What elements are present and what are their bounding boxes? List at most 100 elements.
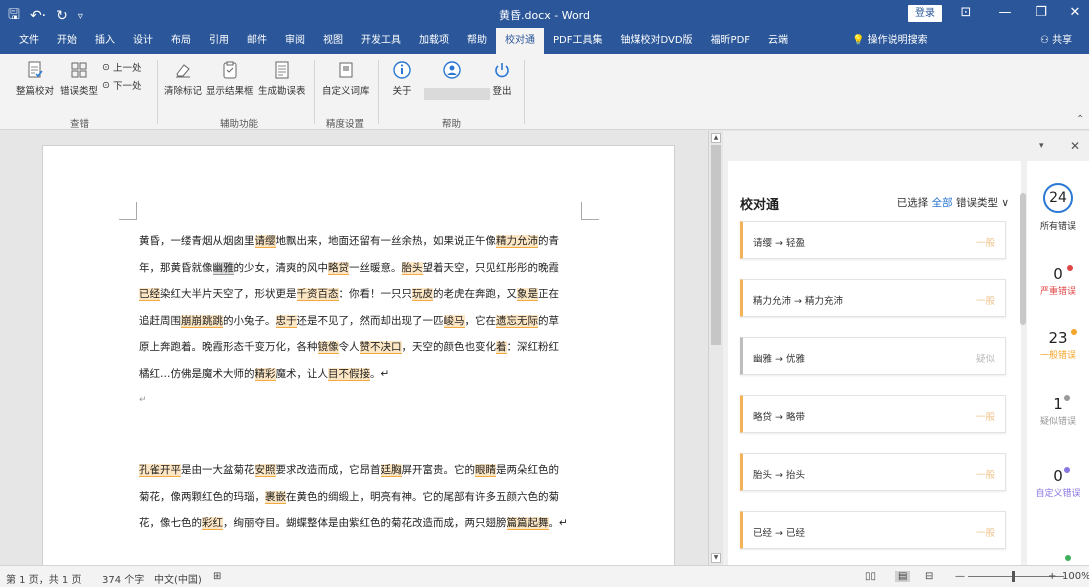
tab-5[interactable]: 引用 <box>200 28 238 54</box>
text-run[interactable]: 染红大半片天空了，形状更是 <box>160 288 297 300</box>
text-run[interactable]: 望着天空，只见红彤彤的晚霞 <box>423 262 560 274</box>
tab-9[interactable]: 开发工具 <box>352 28 410 54</box>
text-run[interactable]: 一丝暖意。 <box>349 262 402 274</box>
text-run[interactable]: 在黄色的绸缎上，明亮有神。它的尾部有许多五颜六色的菊 <box>286 491 559 503</box>
text-run[interactable]: 橘红…仿佛是魔术大师的 <box>139 368 255 380</box>
flagged-word[interactable]: 彩红 <box>202 517 223 530</box>
flagged-word[interactable]: 胎头 <box>401 261 423 275</box>
flagged-word[interactable]: 峻马 <box>443 314 465 328</box>
text-run[interactable]: ：你看！一只只 <box>339 288 413 300</box>
scroll-up-icon[interactable]: ▲ <box>711 133 721 143</box>
text-run[interactable]: 地飘出来，地面还留有一丝余热，如果说正午像 <box>276 235 497 247</box>
page-count[interactable]: 第 1 页，共 1 页 <box>6 571 81 586</box>
text-run[interactable]: 追赶周围 <box>139 315 181 327</box>
text-run[interactable]: ，它在 <box>465 315 497 327</box>
text-run[interactable]: 的少女，清爽的风中 <box>234 262 329 274</box>
zoom-slider-thumb[interactable] <box>1012 571 1015 582</box>
next-button[interactable]: ⊙ 下一处 <box>102 78 141 93</box>
text-run[interactable]: 。↵ <box>370 368 389 380</box>
flagged-word[interactable]: 孔雀开平 <box>139 464 181 477</box>
flagged-word[interactable]: 千资百态 <box>296 288 339 301</box>
text-run[interactable]: 的青 <box>538 235 559 247</box>
flagged-word[interactable]: 赞不决口 <box>359 341 402 354</box>
custom-dict-button[interactable]: 自定义词库 <box>322 60 370 97</box>
error-list-scrollbar-thumb[interactable] <box>1020 193 1026 325</box>
login-button[interactable]: 登录 <box>908 5 942 22</box>
text-run[interactable]: 还是不见了，然而却出现了一匹 <box>297 315 444 327</box>
text-run[interactable]: 原上奔跑着。晚霞形态千变万化，各种 <box>139 341 318 353</box>
language[interactable]: 中文(中国) <box>154 571 202 586</box>
tab-11[interactable]: 帮助 <box>458 28 496 54</box>
flagged-word[interactable]: 遗忘无际 <box>496 314 538 328</box>
text-run[interactable]: 花，像七色的 <box>139 517 202 529</box>
error-type-filter[interactable]: 已选择 全部 错误类型 ∨ <box>897 195 1009 210</box>
paragraph-2[interactable]: 孔雀开平是由一大盆菊花安照要求改造而成，它昂首廷胸屏开富贵。它的眼睛是两朵红色的… <box>139 457 584 537</box>
text-line[interactable]: 花，像七色的彩红，绚丽夺目。蝴蝶整体是由紫红色的菊花改造而成，两只翅膀篇篇起舞。… <box>139 510 584 537</box>
clear-marks-button[interactable]: 清除标记 <box>164 60 202 97</box>
zoom-out-icon[interactable]: — <box>955 571 965 582</box>
flagged-word[interactable]: 精力允沛 <box>496 235 538 248</box>
full-check-button[interactable]: 整篇校对 <box>16 60 54 97</box>
collapse-ribbon-icon[interactable]: ⌃ <box>1076 114 1084 125</box>
minimize-icon[interactable]: — <box>990 3 1020 23</box>
flagged-word[interactable]: 目不假接 <box>328 367 370 381</box>
tab-4[interactable]: 布局 <box>162 28 200 54</box>
prev-button[interactable]: ⊙ 上一处 <box>102 60 141 75</box>
user-button[interactable] <box>442 60 462 83</box>
close-icon[interactable]: ✕ <box>1060 3 1089 23</box>
error-card[interactable]: 已经 → 已经 一般 <box>740 511 1006 549</box>
text-run[interactable]: 要求改造而成，它昂首 <box>276 464 381 476</box>
read-mode-icon[interactable]: ▯▯ <box>865 571 876 582</box>
document-scrollbar[interactable]: ▲ ▼ <box>708 131 722 565</box>
text-line[interactable]: 已经染红大半片天空了，形状更是千资百态：你看！一只只玩皮的老虎在奔跑，又象是正在 <box>139 281 584 308</box>
flagged-word[interactable]: 略贷 <box>328 261 349 275</box>
flagged-word[interactable]: 精彩 <box>254 367 276 381</box>
flagged-word[interactable]: 镜像 <box>317 341 339 354</box>
show-result-button[interactable]: 显示结果框 <box>206 60 254 97</box>
stat-severe[interactable]: 0 严重错误 <box>1027 265 1089 297</box>
ribbon-display-options-icon[interactable]: ⊡ <box>951 3 981 23</box>
share-button[interactable]: ⚇ 共享 <box>1040 28 1072 54</box>
flagged-word[interactable]: 崩崩跳跳 <box>181 314 223 328</box>
flagged-word[interactable]: 眼睛 <box>475 464 496 477</box>
search-box[interactable]: 💡 操作说明搜索 <box>852 28 928 54</box>
macro-record-icon[interactable]: ⊞ <box>213 571 221 582</box>
paragraph-1[interactable]: 黄昏，一缕青烟从烟囱里请缨地飘出来，地面还留有一丝余热，如果说正午像精力允沛的青… <box>139 228 584 387</box>
tab-6[interactable]: 邮件 <box>238 28 276 54</box>
text-run[interactable]: 屏开富贵。它的 <box>402 464 476 476</box>
tab-12[interactable]: 校对通 <box>496 28 544 54</box>
flagged-word[interactable]: 裹嵌 <box>265 490 286 504</box>
tab-16[interactable]: 云端 <box>759 28 797 54</box>
gen-table-button[interactable]: 生成勘误表 <box>258 60 306 97</box>
flagged-word[interactable]: 玩皮 <box>412 288 433 301</box>
text-run[interactable]: 。↵ <box>549 517 568 529</box>
pane-options-icon[interactable]: ▾ <box>1039 141 1044 151</box>
flagged-word[interactable]: 篇篇起舞 <box>506 517 549 530</box>
stat-suspect[interactable]: 1 疑似错误 <box>1027 395 1089 427</box>
error-card[interactable]: 幽雅 → 优雅 疑似 <box>740 337 1006 375</box>
error-card[interactable]: 请缨 → 轻盈 一般 <box>740 221 1006 259</box>
tab-2[interactable]: 插入 <box>86 28 124 54</box>
text-run[interactable]: 的草 <box>538 315 559 327</box>
tab-8[interactable]: 视图 <box>314 28 352 54</box>
tab-1[interactable]: 开始 <box>48 28 86 54</box>
text-line[interactable]: 孔雀开平是由一大盆菊花安照要求改造而成，它昂首廷胸屏开富贵。它的眼睛是两朵红色的 <box>139 457 584 484</box>
scroll-down-icon[interactable]: ▼ <box>711 553 721 563</box>
document-area[interactable]: 黄昏，一缕青烟从烟囱里请缨地飘出来，地面还留有一丝余热，如果说正午像精力允沛的青… <box>0 131 708 565</box>
flagged-word[interactable]: 廷胸 <box>380 464 402 477</box>
text-line[interactable]: 黄昏，一缕青烟从烟囱里请缨地飘出来，地面还留有一丝余热，如果说正午像精力允沛的青 <box>139 228 584 255</box>
pane-close-icon[interactable]: ✕ <box>1070 139 1080 153</box>
text-run[interactable]: 是两朵红色的 <box>496 464 559 476</box>
text-run[interactable]: ，天空的颜色也变化 <box>402 341 497 353</box>
text-run[interactable]: 令人 <box>339 341 360 353</box>
text-line[interactable]: 橘红…仿佛是魔术大师的精彩魔术，让人目不假接。↵ <box>139 361 584 388</box>
text-run[interactable]: 正在 <box>538 288 559 300</box>
flagged-word[interactable]: 安照 <box>254 464 276 477</box>
zoom-in-icon[interactable]: + <box>1048 571 1056 582</box>
flagged-word[interactable]: 着 <box>496 341 507 354</box>
error-card[interactable]: 胎头 → 抬头 一般 <box>740 453 1006 491</box>
flagged-word[interactable]: 幽雅 <box>212 261 234 275</box>
scrollbar-thumb[interactable] <box>711 145 721 345</box>
tab-10[interactable]: 加载项 <box>410 28 458 54</box>
web-layout-icon[interactable]: ⊟ <box>925 571 933 582</box>
